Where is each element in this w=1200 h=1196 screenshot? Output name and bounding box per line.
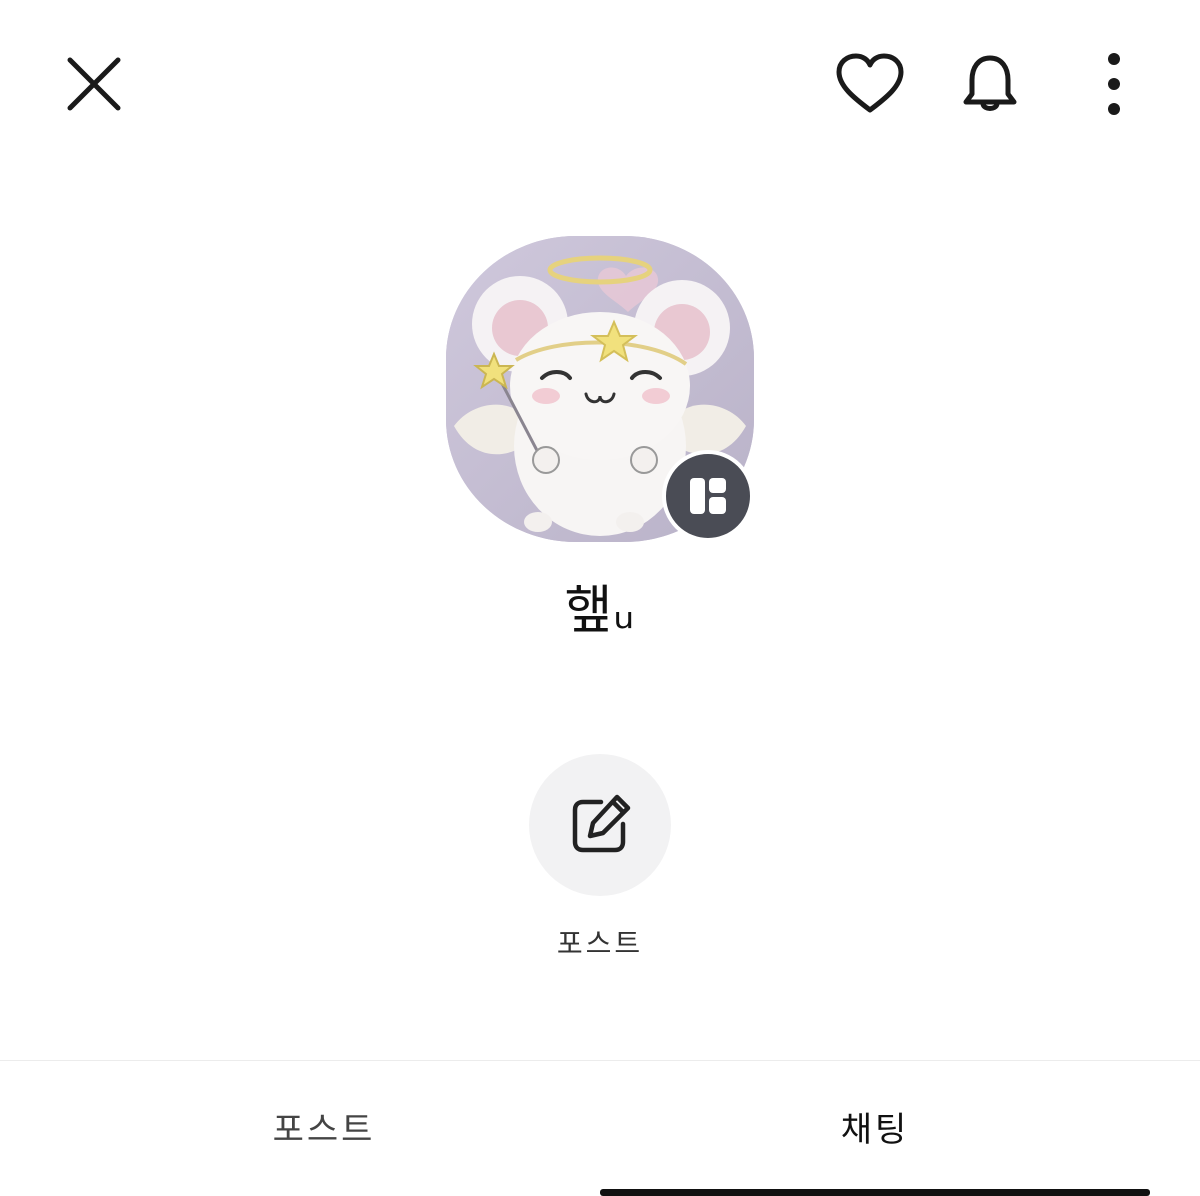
profile-avatar-container[interactable] bbox=[446, 236, 756, 546]
close-button[interactable] bbox=[54, 44, 134, 124]
more-options-button[interactable] bbox=[1074, 44, 1154, 124]
write-post-label: 포스트 bbox=[556, 927, 644, 960]
notification-button[interactable] bbox=[950, 44, 1030, 124]
profile-username: 햎ᵤ bbox=[564, 581, 636, 641]
edit-square-icon bbox=[572, 794, 631, 853]
profile-badge[interactable] bbox=[662, 450, 754, 542]
like-button[interactable] bbox=[830, 44, 910, 124]
close-icon bbox=[67, 57, 121, 111]
heart-icon bbox=[836, 53, 904, 113]
more-vertical-icon bbox=[1108, 53, 1120, 115]
active-tab-indicator bbox=[600, 1189, 1150, 1196]
tab-posts[interactable]: 포스트 bbox=[44, 1061, 604, 1191]
layout-panel-icon bbox=[690, 478, 726, 514]
profile-page: 햎ᵤ 포스트 포스트 채팅 bbox=[0, 0, 1200, 1196]
bell-icon bbox=[963, 55, 1017, 111]
write-post-button[interactable] bbox=[529, 754, 671, 896]
tab-chatting[interactable]: 채팅 bbox=[600, 1061, 1150, 1191]
